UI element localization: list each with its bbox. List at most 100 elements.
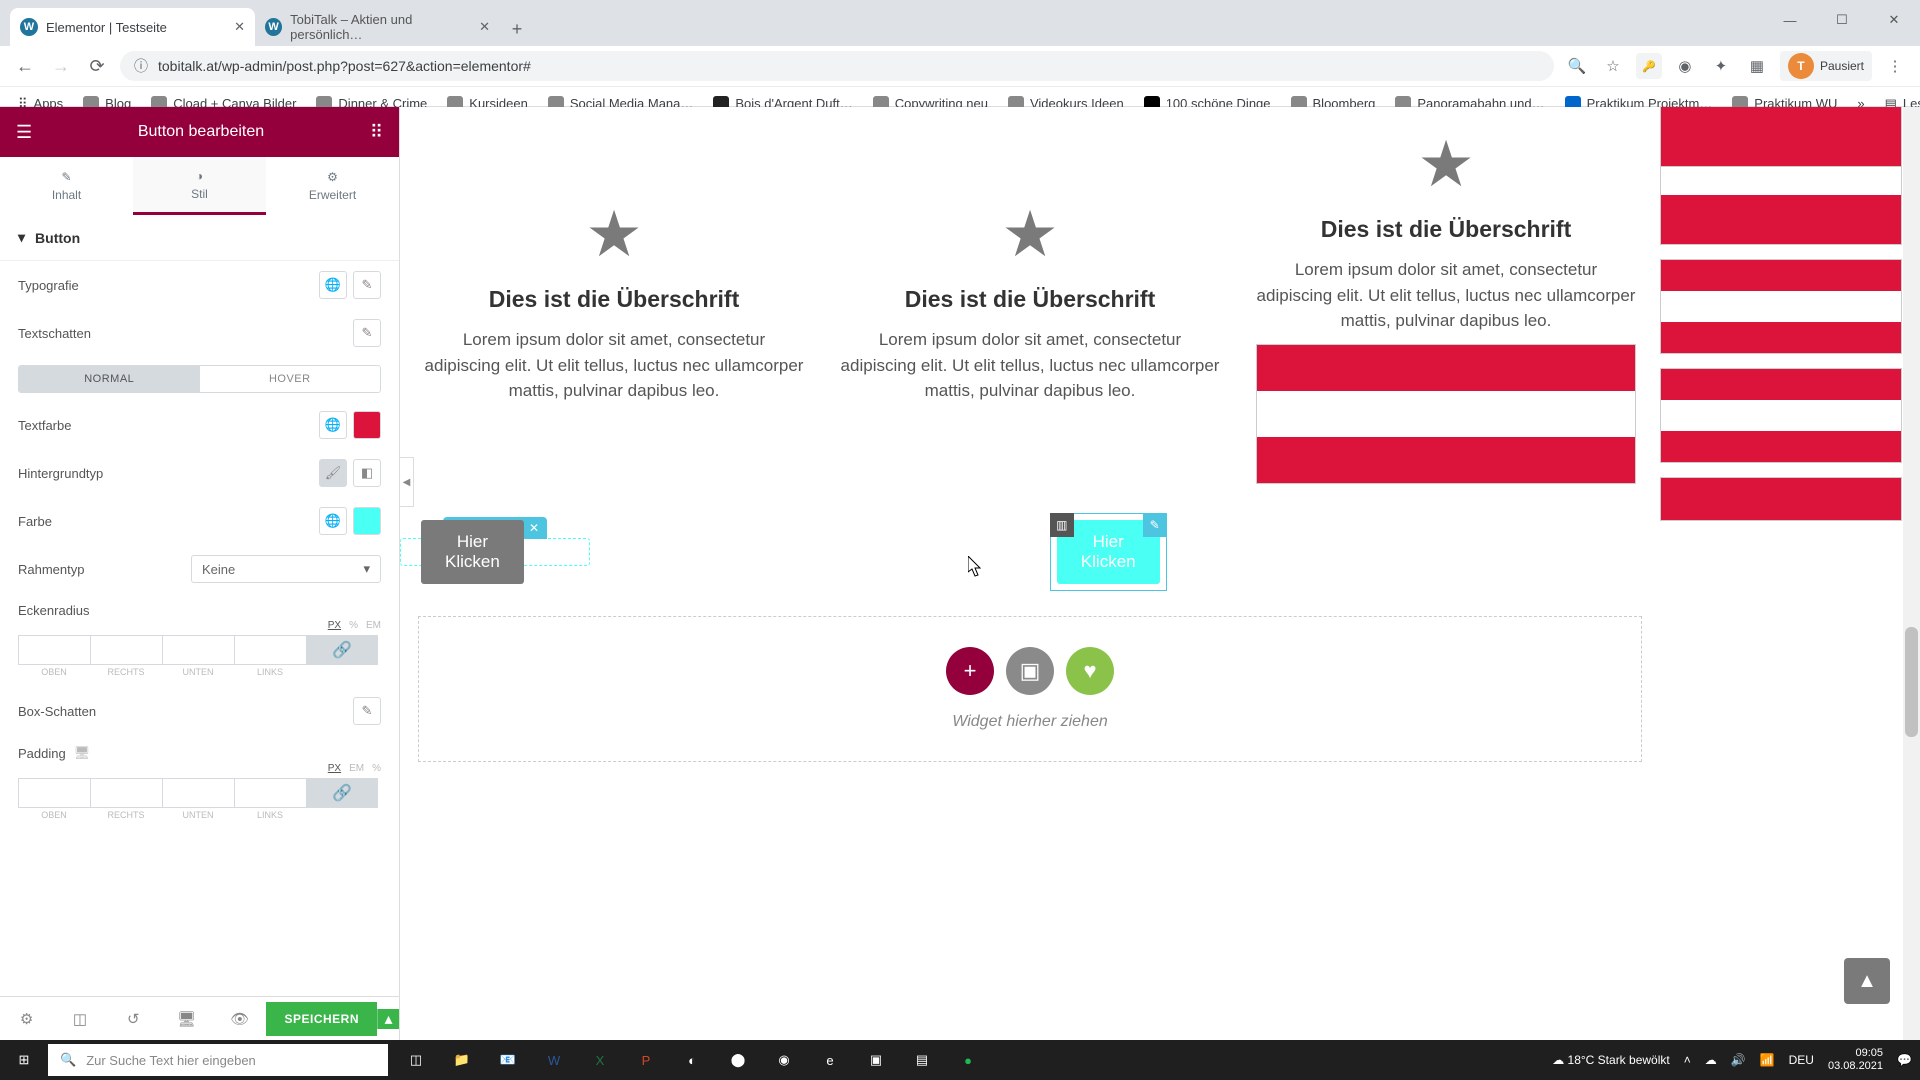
close-icon[interactable]: ✕ (234, 19, 245, 35)
star-icon[interactable]: ☆ (1600, 53, 1626, 79)
radius-top[interactable] (18, 635, 90, 665)
preview-icon[interactable]: 👁 (213, 1010, 266, 1028)
minimize-icon[interactable]: — (1764, 0, 1816, 40)
radius-bottom[interactable] (162, 635, 234, 665)
unit-em[interactable]: EM (366, 620, 381, 631)
extension-icon[interactable]: ◉ (1672, 53, 1698, 79)
widgets-icon[interactable]: ⠿ (370, 122, 383, 143)
tab-tobitalk[interactable]: W TobiTalk – Aktien und persönlich… ✕ (255, 8, 500, 46)
state-normal[interactable]: NORMAL (19, 366, 200, 392)
edit-icon[interactable]: ✎ (353, 319, 381, 347)
tab-elementor[interactable]: W Elementor | Testseite ✕ (10, 8, 255, 46)
word-icon[interactable]: W (532, 1040, 576, 1080)
clock[interactable]: 09:0503.08.2021 (1828, 1047, 1883, 1073)
radius-right[interactable] (90, 635, 162, 665)
edit-icon[interactable]: ✎ (353, 271, 381, 299)
weather-widget[interactable]: ☁ 18°C Stark bewölkt (1552, 1053, 1670, 1067)
tab-advanced[interactable]: ⚙ Erweitert (266, 157, 399, 215)
app-icon[interactable]: ▣ (854, 1040, 898, 1080)
maximize-icon[interactable]: ☐ (1816, 0, 1868, 40)
save-button[interactable]: SPEICHERN (266, 1002, 377, 1036)
extensions-icon[interactable]: ✦ (1708, 53, 1734, 79)
unit-px[interactable]: PX (328, 620, 341, 631)
collapse-sidebar[interactable]: ◀ (400, 457, 414, 507)
task-view-icon[interactable]: ◫ (394, 1040, 438, 1080)
icon-box[interactable]: ★ Dies ist die Überschrift Lorem ipsum d… (830, 177, 1230, 518)
edit-icon[interactable]: ✎ (353, 697, 381, 725)
notifications-icon[interactable]: 💬 (1897, 1053, 1912, 1067)
link-values-icon[interactable]: 🔗 (306, 635, 378, 665)
padding-right[interactable] (90, 778, 162, 808)
section-button[interactable]: ▾ Button (0, 215, 399, 261)
padding-top[interactable] (18, 778, 90, 808)
bg-gradient-icon[interactable]: ◧ (353, 459, 381, 487)
language-indicator[interactable]: DEU (1789, 1053, 1814, 1067)
bordertype-select[interactable]: Keine▾ (191, 555, 381, 583)
radius-left[interactable] (234, 635, 306, 665)
onedrive-icon[interactable]: ☁ (1705, 1053, 1717, 1067)
link-values-icon[interactable]: 🔗 (306, 778, 378, 808)
close-window-icon[interactable]: ✕ (1868, 0, 1920, 40)
save-dropdown[interactable]: ▴ (377, 1009, 399, 1029)
globe-icon[interactable]: 🌐 (319, 411, 347, 439)
flag-image[interactable] (1660, 259, 1902, 354)
color-swatch[interactable] (353, 507, 381, 535)
scrollbar-thumb[interactable] (1905, 627, 1918, 737)
back-button[interactable]: ← (12, 53, 38, 79)
padding-bottom[interactable] (162, 778, 234, 808)
unit-px[interactable]: PX (328, 763, 341, 774)
flag-image[interactable] (1256, 344, 1636, 484)
edge-icon[interactable]: e (808, 1040, 852, 1080)
spotify-icon[interactable]: ● (946, 1040, 990, 1080)
state-hover[interactable]: HOVER (200, 366, 381, 392)
flag-image[interactable] (1660, 477, 1902, 521)
mail-icon[interactable]: 📧 (486, 1040, 530, 1080)
column[interactable]: Hier Klicken (415, 514, 530, 590)
menu-icon[interactable]: ☰ (16, 122, 32, 143)
column-handle-icon[interactable]: ▥ (1050, 513, 1074, 537)
responsive-icon[interactable]: 🖥 (160, 1010, 213, 1028)
taskbar-search[interactable]: 🔍Zur Suche Text hier eingeben (48, 1044, 388, 1076)
add-section-icon[interactable]: + (946, 647, 994, 695)
powerpoint-icon[interactable]: P (624, 1040, 668, 1080)
zoom-icon[interactable]: 🔍 (1564, 53, 1590, 79)
app-icon[interactable]: ▤ (900, 1040, 944, 1080)
scrollbar[interactable] (1903, 107, 1920, 1040)
close-icon[interactable]: ✕ (479, 19, 490, 35)
extension-icon[interactable]: ▦ (1744, 53, 1770, 79)
button-section[interactable]: + ⠿ ▣ ✕ Hier Klicken ▥ ✎ Hier Klicken (400, 538, 590, 566)
wifi-icon[interactable]: 📶 (1760, 1053, 1775, 1067)
explorer-icon[interactable]: 📁 (440, 1040, 484, 1080)
padding-left[interactable] (234, 778, 306, 808)
tray-chevron-icon[interactable]: ˄ (1684, 1053, 1691, 1067)
unit-pct[interactable]: % (372, 763, 381, 774)
icon-box[interactable]: ★ Dies ist die Überschrift Lorem ipsum d… (414, 177, 814, 518)
responsive-icon[interactable]: 🖥 (74, 745, 91, 761)
start-button[interactable]: ⊞ (0, 1052, 48, 1068)
icon-box[interactable]: ★ Dies ist die Überschrift Lorem ipsum d… (1246, 107, 1646, 518)
color-swatch[interactable] (353, 411, 381, 439)
excel-icon[interactable]: X (578, 1040, 622, 1080)
profile-paused[interactable]: T Pausiert (1780, 51, 1872, 81)
tab-style[interactable]: ◑ Stil (133, 157, 266, 215)
bg-classic-icon[interactable]: 🖌 (319, 459, 347, 487)
tab-content[interactable]: ✎ Inhalt (0, 157, 133, 215)
flag-image[interactable] (1660, 107, 1902, 167)
add-favorite-icon[interactable]: ♥ (1066, 647, 1114, 695)
chrome-icon[interactable]: ◉ (762, 1040, 806, 1080)
new-tab-button[interactable]: + (500, 12, 534, 46)
add-template-icon[interactable]: ▣ (1006, 647, 1054, 695)
reload-button[interactable]: ⟳ (84, 53, 110, 79)
edit-widget-icon[interactable]: ✎ (1143, 513, 1167, 537)
globe-icon[interactable]: 🌐 (319, 507, 347, 535)
flag-image[interactable] (1660, 368, 1902, 463)
column-selected[interactable]: ▥ ✎ Hier Klicken (1050, 513, 1167, 591)
navigator-icon[interactable]: ◫ (53, 1010, 106, 1028)
globe-icon[interactable]: 🌐 (319, 271, 347, 299)
extension-icon[interactable]: 🔑 (1636, 53, 1662, 79)
menu-icon[interactable]: ⋮ (1882, 53, 1908, 79)
button-widget[interactable]: Hier Klicken (421, 520, 524, 584)
unit-pct[interactable]: % (349, 620, 358, 631)
add-section[interactable]: + ▣ ♥ Widget hierher ziehen (418, 616, 1642, 762)
app-icon[interactable]: ◐ (670, 1040, 714, 1080)
